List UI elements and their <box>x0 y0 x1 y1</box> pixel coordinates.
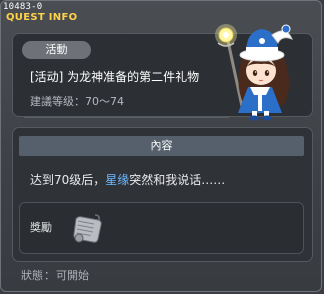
content-text-before: 达到70级后， <box>30 173 106 187</box>
recommended-level: 建議等级：70～74 <box>30 93 124 109</box>
reward-box: 獎勵 <box>19 202 304 254</box>
content-text: 达到70级后，星缘突然和我说话…… <box>30 171 225 188</box>
quest-info-window: 10483-0 QUEST INFO 活動 [活动] 为龙神准备的第二件礼物 建… <box>0 0 322 292</box>
window-title: QUEST INFO <box>6 12 78 23</box>
status-value: 可開始 <box>56 269 89 282</box>
category-badge: 活動 <box>22 41 91 59</box>
content-header: 內容 <box>19 136 304 156</box>
level-range: 70～74 <box>85 95 124 108</box>
quest-detail-panel: 內容 达到70级后，星缘突然和我说话…… 獎勵 <box>12 127 313 262</box>
quest-status: 狀態：可開始 <box>21 267 89 283</box>
quest-id: 10483-0 <box>3 2 43 12</box>
quest-name: [活动] 为龙神准备的第二件礼物 <box>30 70 200 84</box>
reward-label: 獎勵 <box>30 221 52 234</box>
status-label: 狀態 <box>21 269 43 282</box>
npc-character-icon <box>215 24 293 121</box>
content-text-after: 突然和我说话…… <box>129 173 226 187</box>
npc-name-highlight: 星缘 <box>105 173 130 187</box>
status-separator: ： <box>44 269 55 282</box>
level-label: 建議等级： <box>30 95 85 108</box>
scroll-icon[interactable] <box>70 211 104 245</box>
divider <box>24 117 229 118</box>
